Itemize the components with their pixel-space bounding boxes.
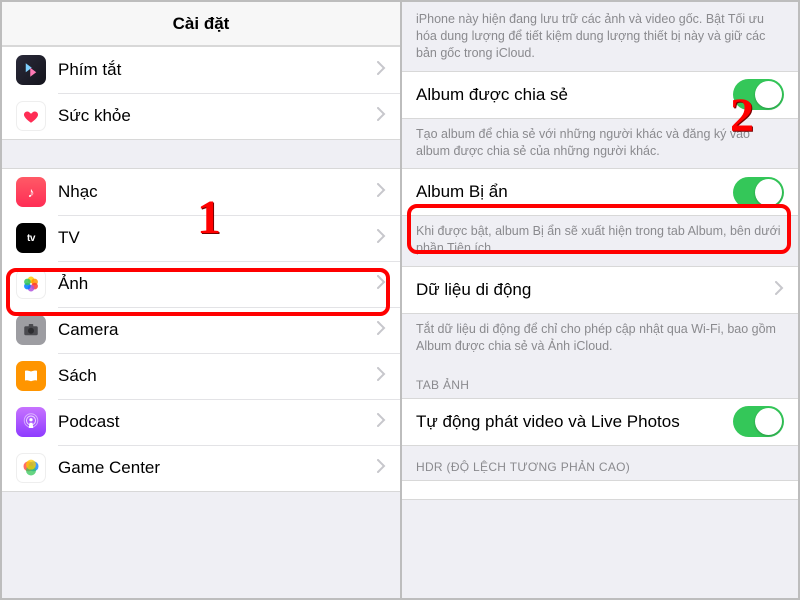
chevron-right-icon [377, 61, 386, 80]
row-tv[interactable]: tv TV [2, 215, 400, 261]
row-label: Phím tắt [58, 60, 377, 80]
health-icon [16, 101, 46, 131]
shared-album-toggle[interactable] [733, 79, 784, 110]
row-photos[interactable]: Ảnh [2, 261, 400, 307]
optimize-storage-note: iPhone này hiện đang lưu trữ các ảnh và … [402, 2, 798, 71]
chevron-right-icon [775, 281, 784, 300]
row-shortcuts[interactable]: Phím tắt [2, 47, 400, 93]
autoplay-toggle[interactable] [733, 406, 784, 437]
tv-icon: tv [16, 223, 46, 253]
row-label: Album Bị ẩn [416, 182, 733, 202]
settings-group-1: Phím tắt Sức khỏe [2, 46, 400, 140]
photos-icon [16, 269, 46, 299]
gamecenter-icon [16, 453, 46, 483]
photos-settings-pane: iPhone này hiện đang lưu trữ các ảnh và … [402, 2, 798, 598]
hidden-album-toggle[interactable] [733, 177, 784, 208]
row-camera[interactable]: Camera [2, 307, 400, 353]
row-label: Camera [58, 320, 377, 340]
row-label: Sức khỏe [58, 106, 377, 126]
shared-album-note: Tạo album để chia sẻ với những người khá… [402, 119, 798, 169]
mobile-data-note: Tắt dữ liệu di động để chỉ cho phép cập … [402, 314, 798, 364]
row-label: Nhạc [58, 182, 377, 202]
chevron-right-icon [377, 459, 386, 478]
row-podcast[interactable]: Podcast [2, 399, 400, 445]
row-label: Podcast [58, 412, 377, 432]
row-label: Sách [58, 366, 377, 386]
chevron-right-icon [377, 367, 386, 386]
settings-title: Cài đặt [2, 2, 400, 46]
section-tab-photos: TAB ẢNH [402, 364, 798, 398]
books-icon [16, 361, 46, 391]
row-mobile-data[interactable]: Dữ liệu di động [402, 267, 798, 313]
chevron-right-icon [377, 107, 386, 126]
row-label: TV [58, 228, 377, 248]
row-music[interactable]: ♪ Nhạc [2, 169, 400, 215]
row-label: Tự động phát video và Live Photos [416, 412, 733, 432]
row-autoplay[interactable]: Tự động phát video và Live Photos [402, 399, 798, 445]
row-gamecenter[interactable]: Game Center [2, 445, 400, 491]
row-books[interactable]: Sách [2, 353, 400, 399]
podcast-icon [16, 407, 46, 437]
chevron-right-icon [377, 229, 386, 248]
settings-pane: Cài đặt Phím tắt Sức khỏe ♪ Nhạc [2, 2, 402, 598]
chevron-right-icon [377, 413, 386, 432]
row-hidden-album[interactable]: Album Bị ẩn [402, 169, 798, 215]
row-shared-album[interactable]: Album được chia sẻ [402, 72, 798, 118]
row-label: Game Center [58, 458, 377, 478]
chevron-right-icon [377, 321, 386, 340]
chevron-right-icon [377, 183, 386, 202]
chevron-right-icon [377, 275, 386, 294]
camera-icon [16, 315, 46, 345]
music-icon: ♪ [16, 177, 46, 207]
row-label: Album được chia sẻ [416, 85, 733, 105]
row-health[interactable]: Sức khỏe [2, 93, 400, 139]
section-hdr: HDR (ĐỘ LỆCH TƯƠNG PHẢN CAO) [402, 446, 798, 480]
row-label: Ảnh [58, 274, 377, 294]
settings-group-2: ♪ Nhạc tv TV [2, 168, 400, 492]
hidden-album-note: Khi được bật, album Bị ẩn sẽ xuất hiện t… [402, 216, 798, 266]
row-label: Dữ liệu di động [416, 280, 775, 300]
shortcuts-icon [16, 55, 46, 85]
